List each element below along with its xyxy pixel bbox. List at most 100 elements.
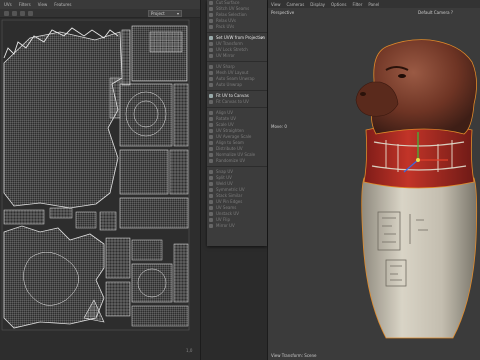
menu-item-label: Normalize UV Scale [216, 152, 256, 157]
menu-item-label: UV Seams [216, 205, 237, 210]
scale-tool-icon[interactable] [28, 11, 33, 16]
menu-item-label: Auto Unwrap [216, 82, 242, 87]
menu-separator [207, 107, 267, 108]
command-icon [209, 135, 213, 139]
command-icon [209, 42, 213, 46]
uv-island[interactable] [3, 209, 45, 225]
menu-item-auto-unwrap[interactable]: Auto Unwrap [207, 82, 267, 88]
command-icon [209, 123, 213, 127]
uv-island[interactable] [119, 197, 189, 229]
command-icon [209, 71, 213, 75]
command-icon [209, 224, 213, 228]
uv-island[interactable] [131, 305, 189, 327]
uv-canvas[interactable]: 1,0 [0, 18, 200, 360]
uv-toolbar: Project ▾ [0, 9, 200, 18]
menu-item-label: Pack UVs [216, 24, 235, 29]
menu-item-label: Align UV [216, 110, 233, 115]
uv-island[interactable] [105, 237, 131, 279]
menu-item-label: Split UV [216, 175, 232, 180]
menu-item-label: Align to Seam [216, 140, 244, 145]
command-icon [209, 200, 213, 204]
perspective-viewport[interactable]: View Cameras Display Options Filter Panel Per… [268, 0, 480, 360]
uv-island[interactable] [99, 211, 117, 231]
uv-menu-uvs[interactable]: UVs [4, 2, 12, 7]
uv-island[interactable] [169, 149, 189, 195]
command-icon [209, 65, 213, 69]
menu-item-label: UV Pin Edges [216, 199, 243, 204]
menu-item-label: UV Sharp [216, 64, 235, 69]
uv-commands-menu: Cut Surface Stitch UV Seams Relax Selectio… [207, 0, 267, 246]
menu-item-pack-uvs[interactable]: Pack UVs [207, 24, 267, 30]
uv-island[interactable] [173, 243, 189, 303]
command-icon [209, 48, 213, 52]
menu-item-label: Snap UV [216, 169, 233, 174]
select-tool-icon[interactable] [4, 11, 9, 16]
uv-menu-view[interactable]: View [38, 2, 48, 7]
menu-item-label: Auto Seam Unwrap [216, 76, 255, 81]
command-icon [209, 100, 213, 104]
menu-item-label: Cut Surface [216, 0, 240, 5]
command-icon [209, 147, 213, 151]
command-icon [209, 54, 213, 58]
uv-editor-panel: UVs Filters View Features Project ▾ 1,0 [0, 0, 200, 360]
uv-island[interactable] [109, 77, 121, 119]
menu-item-label: Distribute UV [216, 146, 243, 151]
menu-item-label: UV Average Scale [216, 134, 252, 139]
command-icon [209, 141, 213, 145]
menu-item-label: UV Lock Stretch [216, 47, 248, 52]
command-icon [209, 36, 213, 40]
uv-island[interactable] [121, 29, 131, 86]
command-icon [209, 77, 213, 81]
command-icon [209, 19, 213, 23]
menu-item-label: UV Mirror [216, 53, 235, 58]
eye [398, 74, 406, 78]
menu-item-randomize-uv[interactable]: Randomize UV [207, 158, 267, 164]
menu-item-uv-mirror[interactable]: UV Mirror [207, 53, 267, 59]
uv-layout-svg[interactable]: 1,0 [0, 18, 200, 360]
command-icon [209, 94, 213, 98]
menu-item-fit-canvas-to-uv[interactable]: Fit Canvas to UV [207, 99, 267, 105]
menu-item-label: Relax UVs [216, 18, 237, 23]
command-icon [209, 153, 213, 157]
command-icon [209, 1, 213, 5]
chevron-down-icon: ▾ [176, 11, 179, 16]
jar-collar[interactable] [363, 123, 475, 189]
menu-separator [207, 61, 267, 62]
menu-item-label: Mesh UV Layout [216, 70, 249, 75]
uv-menu-filters[interactable]: Filters [19, 2, 31, 7]
uv-island[interactable] [173, 83, 189, 147]
menu-item-label: UV Straighten [216, 128, 244, 133]
menu-item-label: Weld UV [216, 181, 233, 186]
projection-select[interactable]: Project ▾ [148, 10, 182, 17]
menu-item-label: Randomize UV [216, 158, 246, 163]
menu-item-label: Rotate UV [216, 116, 237, 121]
move-tool-icon[interactable] [12, 11, 17, 16]
uv-island[interactable] [49, 207, 73, 219]
menu-item-mirror-uv[interactable]: Mirror UV [207, 223, 267, 229]
menu-item-label: Stack Similar [216, 193, 243, 198]
uv-island[interactable] [131, 239, 163, 261]
command-icon [209, 182, 213, 186]
menu-separator [207, 166, 267, 167]
menu-item-label: Unstack UV [216, 211, 240, 216]
uv-menu-features[interactable]: Features [54, 2, 71, 7]
uv-island[interactable] [119, 83, 173, 147]
uv-island[interactable] [149, 31, 183, 53]
command-icon [209, 13, 213, 17]
command-icon [209, 206, 213, 210]
command-icon [209, 194, 213, 198]
menu-item-label: Set UVW from Projection [216, 35, 266, 40]
command-icon [209, 188, 213, 192]
canopic-jar-model[interactable] [268, 0, 480, 360]
uv-island[interactable] [105, 281, 131, 317]
nostril [360, 92, 366, 96]
menu-item-label: UV Flip [216, 217, 230, 222]
rotate-tool-icon[interactable] [20, 11, 25, 16]
jar-body[interactable] [361, 177, 478, 339]
command-icon [209, 212, 213, 216]
uv-island[interactable] [75, 211, 97, 229]
uv-island[interactable] [119, 149, 169, 195]
command-icon [209, 25, 213, 29]
command-icon [209, 117, 213, 121]
uv-island[interactable] [3, 31, 123, 209]
